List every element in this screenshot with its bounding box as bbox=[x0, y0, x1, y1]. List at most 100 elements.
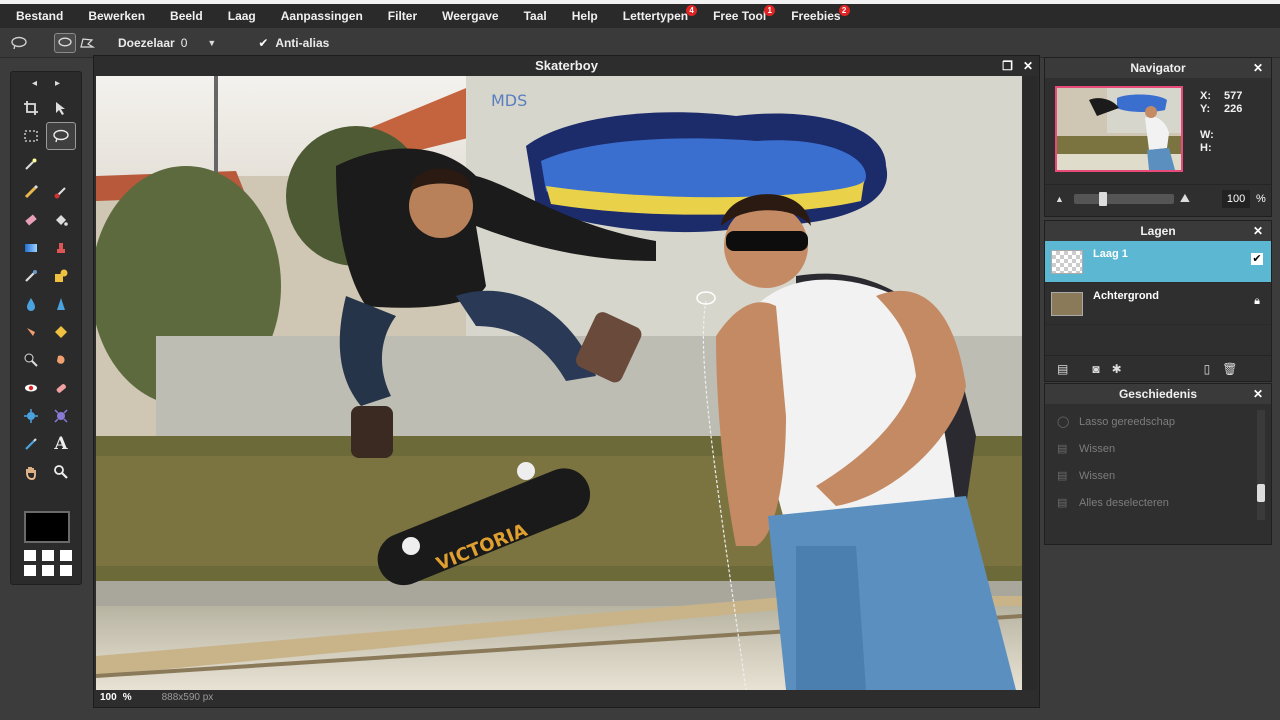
burn-icon[interactable] bbox=[46, 346, 76, 374]
arrow-left-icon[interactable]: ◂ bbox=[32, 78, 37, 89]
navigator-coordinates: X: 577 Y: 226 W: H: bbox=[1200, 90, 1242, 155]
layer-mask-icon[interactable]: ◙ bbox=[1092, 362, 1099, 376]
crop-icon[interactable] bbox=[16, 94, 46, 122]
menu-taal[interactable]: Taal bbox=[516, 4, 555, 28]
new-layer-icon[interactable]: ▯ bbox=[1204, 362, 1211, 376]
red-eye-icon[interactable] bbox=[16, 374, 46, 402]
history-item[interactable]: ▤ Wissen bbox=[1045, 435, 1271, 462]
zoom-slider-handle[interactable] bbox=[1098, 191, 1107, 206]
eraser-icon[interactable] bbox=[16, 206, 46, 234]
gradient-icon[interactable] bbox=[16, 234, 46, 262]
clone-icon[interactable] bbox=[16, 430, 46, 458]
sponge-icon[interactable] bbox=[46, 318, 76, 346]
paint-bucket-icon[interactable] bbox=[46, 206, 76, 234]
menu-label: Bewerken bbox=[88, 9, 146, 23]
close-icon[interactable]: ✕ bbox=[1253, 384, 1263, 404]
delete-layer-icon[interactable]: 🗑︎ bbox=[1222, 362, 1237, 376]
menu-bar: Bestand Bewerken Beeld Laag Aanpassingen… bbox=[0, 4, 1280, 28]
magic-wand-icon[interactable] bbox=[16, 150, 46, 178]
h-label: H: bbox=[1200, 142, 1212, 154]
freehand-lasso-mode-icon[interactable] bbox=[54, 32, 76, 53]
navigator-zoom-input[interactable]: 100 bbox=[1222, 189, 1251, 208]
chevron-down-icon[interactable]: ▼ bbox=[207, 38, 216, 48]
zoom-unit: % bbox=[122, 692, 132, 703]
text-icon[interactable]: A bbox=[46, 430, 76, 458]
document-title: Skaterboy bbox=[535, 58, 598, 73]
menu-label: Help bbox=[571, 9, 598, 23]
dodge-icon[interactable] bbox=[16, 346, 46, 374]
sharpen-icon[interactable] bbox=[46, 290, 76, 318]
history-label: Wissen bbox=[1079, 469, 1116, 482]
history-item[interactable]: ▤ Wissen bbox=[1045, 462, 1271, 489]
shape-icon[interactable] bbox=[46, 262, 76, 290]
menu-aanpassingen[interactable]: Aanpassingen bbox=[273, 4, 371, 28]
layer-thumbnail bbox=[1051, 291, 1083, 316]
menu-help[interactable]: Help bbox=[564, 4, 606, 28]
menu-freebies[interactable]: Freebies 2 bbox=[783, 4, 850, 28]
pinch-icon[interactable] bbox=[46, 402, 76, 430]
x-label: X: bbox=[1200, 90, 1211, 102]
grid-view-icon[interactable] bbox=[24, 550, 72, 578]
layer-name: Achtergrond bbox=[1093, 289, 1159, 302]
foreground-color-swatch[interactable] bbox=[24, 511, 70, 543]
feather-input[interactable]: 0 bbox=[181, 36, 188, 50]
bloat-icon[interactable] bbox=[16, 402, 46, 430]
history-label: Wissen bbox=[1079, 442, 1116, 455]
antialias-label: Anti-alias bbox=[275, 35, 330, 50]
zoom-level-input[interactable]: 100 bbox=[100, 692, 117, 703]
hand-icon[interactable] bbox=[16, 458, 46, 486]
notification-badge: 2 bbox=[838, 5, 850, 16]
menu-filter[interactable]: Filter bbox=[380, 4, 425, 28]
menu-bestand[interactable]: Bestand bbox=[8, 4, 71, 28]
menu-weergave[interactable]: Weergave bbox=[434, 4, 506, 28]
menu-free-tool[interactable]: Free Tool 1 bbox=[705, 4, 776, 28]
lasso-icon: ◯ bbox=[1057, 416, 1070, 428]
notification-badge: 4 bbox=[686, 5, 698, 16]
stamp-icon[interactable] bbox=[46, 234, 76, 262]
feather-label: Doezelaar bbox=[118, 35, 175, 50]
history-label: Alles deselecteren bbox=[1079, 496, 1169, 509]
layer-row-laag-1[interactable]: Laag 1 ✔ bbox=[1045, 241, 1271, 283]
zoom-out-icon[interactable]: ▲ bbox=[1055, 194, 1064, 204]
restore-window-icon[interactable]: ❐ bbox=[1002, 56, 1013, 76]
zoom-icon[interactable] bbox=[46, 458, 76, 486]
layer-visibility-checkbox[interactable]: ✔ bbox=[1251, 253, 1263, 265]
x-value: 577 bbox=[1224, 90, 1243, 102]
layer-settings-icon[interactable]: ▤ bbox=[1057, 362, 1068, 376]
close-icon[interactable]: ✕ bbox=[1023, 56, 1033, 76]
w-label: W: bbox=[1200, 129, 1214, 141]
close-icon[interactable]: ✕ bbox=[1253, 221, 1263, 241]
polygon-lasso-mode-icon[interactable] bbox=[76, 33, 98, 53]
layer-name: Laag 1 bbox=[1093, 247, 1128, 260]
layer-styles-icon[interactable]: ✱ bbox=[1112, 362, 1122, 376]
blur-icon[interactable] bbox=[16, 290, 46, 318]
brush-icon[interactable] bbox=[46, 178, 76, 206]
close-icon[interactable]: ✕ bbox=[1253, 58, 1263, 78]
navigator-thumbnail[interactable] bbox=[1055, 86, 1183, 172]
pencil-icon[interactable] bbox=[16, 178, 46, 206]
lasso-icon[interactable] bbox=[46, 122, 76, 150]
canvas-window: Skaterboy ❐ ✕ MDS VICTORIA 100 % 888x590… bbox=[93, 55, 1040, 708]
history-item[interactable]: ◯ Lasso gereedschap bbox=[1045, 408, 1271, 435]
navigator-zoom-row: ▲ ⛰ 100 % bbox=[1045, 184, 1271, 212]
menu-bewerken[interactable]: Bewerken bbox=[80, 4, 153, 28]
layers-toolbar: ▤ ◙ ✱ ▯ 🗑︎ bbox=[1045, 355, 1271, 381]
smudge-icon[interactable] bbox=[16, 318, 46, 346]
marquee-icon[interactable] bbox=[16, 122, 46, 150]
zoom-in-icon[interactable]: ⛰ bbox=[1180, 191, 1190, 206]
history-item[interactable]: ▤ Alles deselecteren bbox=[1045, 489, 1271, 516]
move-icon[interactable] bbox=[46, 94, 76, 122]
antialias-checkbox[interactable]: ✔ bbox=[258, 37, 270, 49]
menu-laag[interactable]: Laag bbox=[220, 4, 264, 28]
layer-row-achtergrond[interactable]: Achtergrond 🔒︎ bbox=[1045, 283, 1271, 325]
color-picker-icon[interactable] bbox=[16, 262, 46, 290]
image-canvas[interactable]: MDS VICTORIA bbox=[96, 76, 1022, 690]
canvas-scrollbar[interactable] bbox=[1023, 76, 1037, 690]
arrow-right-icon[interactable]: ▸ bbox=[55, 78, 60, 89]
zoom-slider[interactable] bbox=[1073, 191, 1174, 206]
menu-lettertypen[interactable]: Lettertypen 4 bbox=[615, 4, 698, 28]
spot-heal-icon[interactable] bbox=[46, 374, 76, 402]
history-scrollbar[interactable] bbox=[1257, 410, 1265, 520]
notification-badge: 1 bbox=[764, 5, 776, 16]
menu-beeld[interactable]: Beeld bbox=[162, 4, 211, 28]
